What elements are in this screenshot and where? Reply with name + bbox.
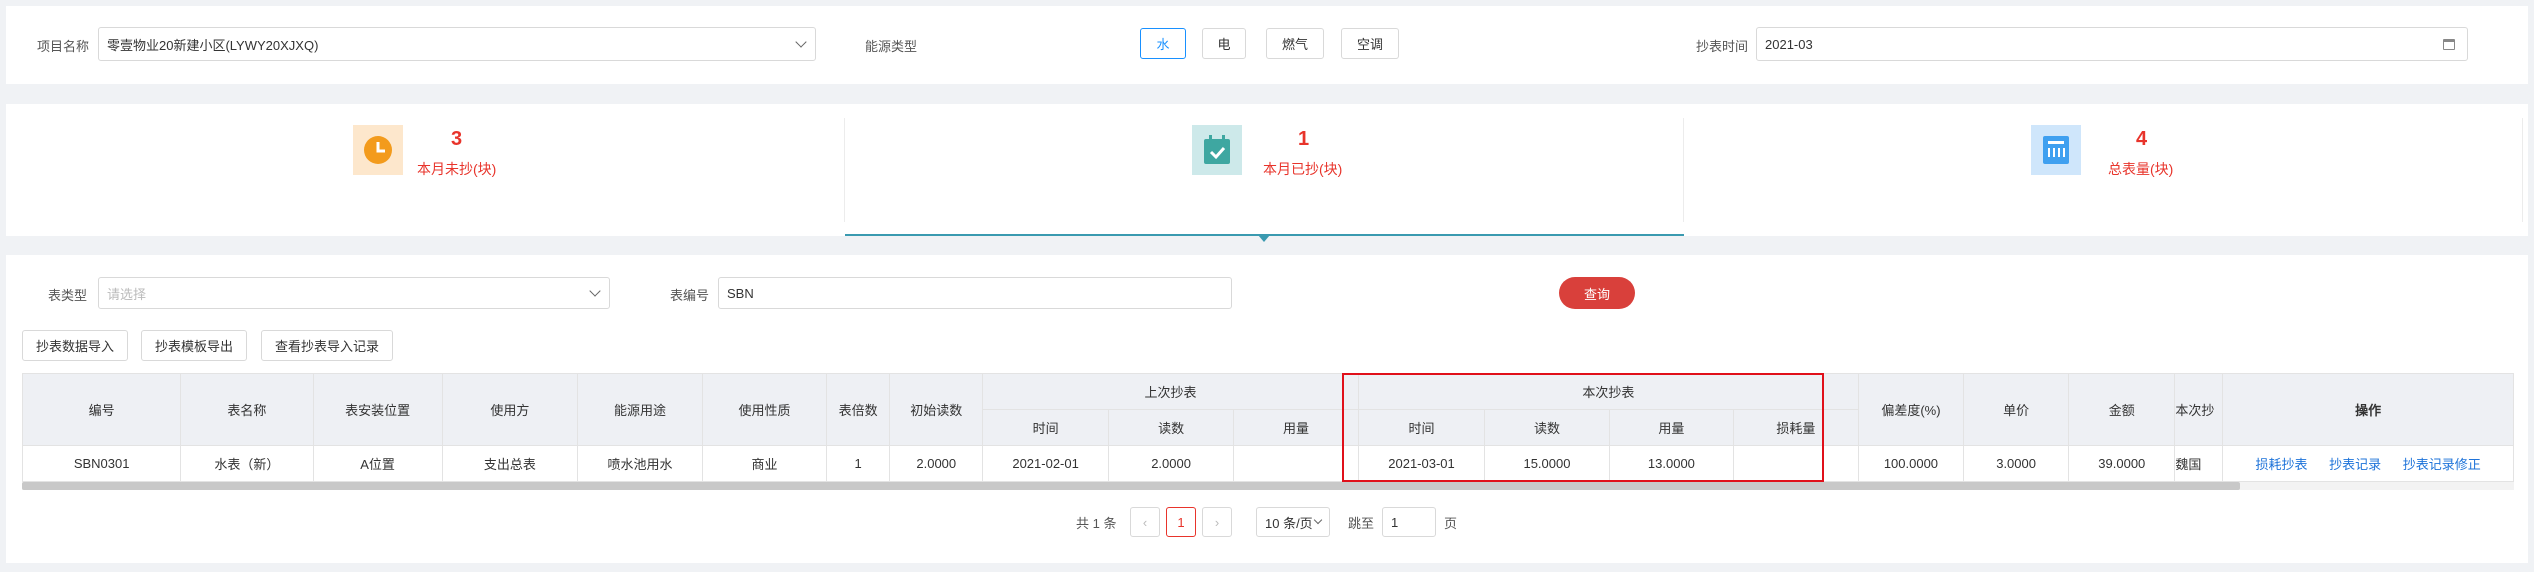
main-panel: 表类型 请选择 表编号 SBN 查询 抄表数据导入 抄表模板导出 查看抄表导入记… — [6, 255, 2528, 563]
page-size-select[interactable]: 10 条/页 — [1256, 507, 1330, 537]
cell-amount: 39.0000 — [2068, 445, 2176, 482]
cell-last-reading: 2.0000 — [1108, 445, 1235, 482]
scrollbar-thumb[interactable] — [22, 482, 2240, 490]
header-ops: 操作 — [2222, 373, 2514, 446]
table-row: SBN0301 水表（新） A位置 支出总表 喷水池用水 商业 1 2.0000… — [21, 445, 2514, 482]
header-price: 单价 — [1963, 373, 2070, 446]
meter-type-select[interactable]: 请选择 — [98, 277, 610, 309]
loss-reading-link[interactable]: 损耗抄表 — [2256, 457, 2308, 472]
energy-type-label: 能源类型 — [865, 39, 918, 54]
header-location: 表安装位置 — [312, 373, 443, 446]
header-last-reading: 上次抄表 — [982, 373, 1359, 410]
project-label: 项目名称 — [37, 39, 90, 54]
header-multiplier: 表倍数 — [825, 373, 891, 446]
horizontal-scrollbar[interactable] — [22, 482, 2514, 490]
stat-divider — [2522, 118, 2523, 222]
read-label: 本月已抄(块) — [1263, 161, 1343, 177]
energy-type-electric[interactable]: 电 — [1202, 28, 1246, 59]
project-value: 零壹物业20新建小区(LYWY20XJXQ) — [107, 37, 319, 53]
cell-last-time: 2021-02-01 — [982, 445, 1110, 482]
meter-no-label: 表编号 — [670, 288, 710, 303]
header-user: 使用方 — [441, 373, 579, 446]
header-deviation: 偏差度(%) — [1857, 373, 1965, 446]
reading-table: 编号 表名称 表安装位置 使用方 能源用途 使用性质 表倍数 初始读数 上次抄表… — [21, 373, 2514, 482]
stat-card-read[interactable]: 1 本月已抄(块) — [845, 104, 1683, 236]
import-readings-button[interactable]: 抄表数据导入 — [22, 330, 128, 361]
goto-label: 跳至 — [1348, 516, 1375, 531]
cell-last-usage — [1233, 445, 1359, 482]
highlight-box — [1342, 373, 1824, 482]
total-label: 总表量(块) — [2108, 161, 2174, 177]
calendar-check-icon — [1192, 125, 1242, 175]
goto-page-input[interactable]: 1 — [1382, 507, 1436, 537]
next-page-button[interactable]: › — [1202, 507, 1232, 537]
cell-location: A位置 — [312, 445, 443, 482]
meter-no-input[interactable]: SBN — [718, 277, 1232, 309]
energy-type-aircon[interactable]: 空调 — [1341, 28, 1399, 59]
reading-records-link[interactable]: 抄表记录 — [2329, 457, 2381, 472]
clock-icon — [353, 125, 403, 175]
cell-ops: 损耗抄表 抄表记录 抄表记录修正 — [2222, 445, 2514, 482]
cell-deviation: 100.0000 — [1857, 445, 1965, 482]
view-import-records-button[interactable]: 查看抄表导入记录 — [261, 330, 393, 361]
header-last-reading-value: 读数 — [1108, 409, 1235, 446]
meter-type-label: 表类型 — [48, 288, 88, 303]
energy-type-water[interactable]: 水 — [1140, 28, 1186, 59]
filter-panel: 项目名称 零壹物业20新建小区(LYWY20XJXQ) 能源类型 水 电 燃气 … — [6, 6, 2528, 84]
header-init: 初始读数 — [889, 373, 984, 446]
export-template-button[interactable]: 抄表模板导出 — [141, 330, 247, 361]
header-code: 编号 — [21, 373, 182, 446]
cell-nature: 商业 — [701, 445, 827, 482]
header-purpose: 能源用途 — [577, 373, 703, 446]
active-card-caret — [1258, 235, 1270, 242]
total-count: 4 — [2136, 128, 2148, 150]
page-suffix: 页 — [1444, 516, 1458, 531]
cell-code: SBN0301 — [21, 445, 182, 482]
cell-price: 3.0000 — [1963, 445, 2070, 482]
prev-page-button[interactable]: ‹ — [1130, 507, 1160, 537]
unread-count: 3 — [451, 128, 463, 150]
calendar-icon — [2443, 39, 2455, 50]
cell-name: 水表（新） — [180, 445, 314, 482]
chevron-down-icon — [1313, 515, 1323, 525]
query-button[interactable]: 查询 — [1559, 277, 1635, 309]
chevron-down-icon — [795, 36, 807, 48]
cell-reader: 魏国 — [2174, 445, 2224, 482]
meter-icon — [2031, 125, 2081, 175]
read-time-label: 抄表时间 — [1696, 39, 1749, 54]
header-last-usage: 用量 — [1233, 409, 1359, 446]
header-name: 表名称 — [180, 373, 314, 446]
cell-purpose: 喷水池用水 — [577, 445, 703, 482]
stats-panel: 3 本月未抄(块) 1 本月已抄(块) 4 总表量(块) — [6, 104, 2528, 236]
correct-records-link[interactable]: 抄表记录修正 — [2403, 457, 2481, 472]
header-amount: 金额 — [2068, 373, 2176, 446]
cell-multiplier: 1 — [825, 445, 891, 482]
meter-type-placeholder: 请选择 — [107, 286, 147, 302]
read-time-picker[interactable]: 2021-03 — [1756, 27, 2468, 61]
page-1-button[interactable]: 1 — [1166, 507, 1196, 537]
read-time-value: 2021-03 — [1765, 36, 1813, 52]
total-count-text: 共 1 条 — [1076, 516, 1117, 531]
chevron-down-icon — [589, 285, 601, 297]
cell-user: 支出总表 — [441, 445, 579, 482]
meter-no-value: SBN — [727, 285, 754, 301]
stat-card-total[interactable]: 4 总表量(块) — [1684, 104, 2522, 236]
read-count: 1 — [1298, 128, 1310, 150]
unread-label: 本月未抄(块) — [417, 161, 497, 177]
header-nature: 使用性质 — [701, 373, 827, 446]
stat-card-unread[interactable]: 3 本月未抄(块) — [6, 104, 844, 236]
header-this-reader: 本次抄 — [2174, 373, 2224, 446]
energy-type-gas[interactable]: 燃气 — [1266, 28, 1324, 59]
project-select[interactable]: 零壹物业20新建小区(LYWY20XJXQ) — [98, 27, 816, 61]
cell-init: 2.0000 — [889, 445, 984, 482]
header-last-time: 时间 — [982, 409, 1110, 446]
